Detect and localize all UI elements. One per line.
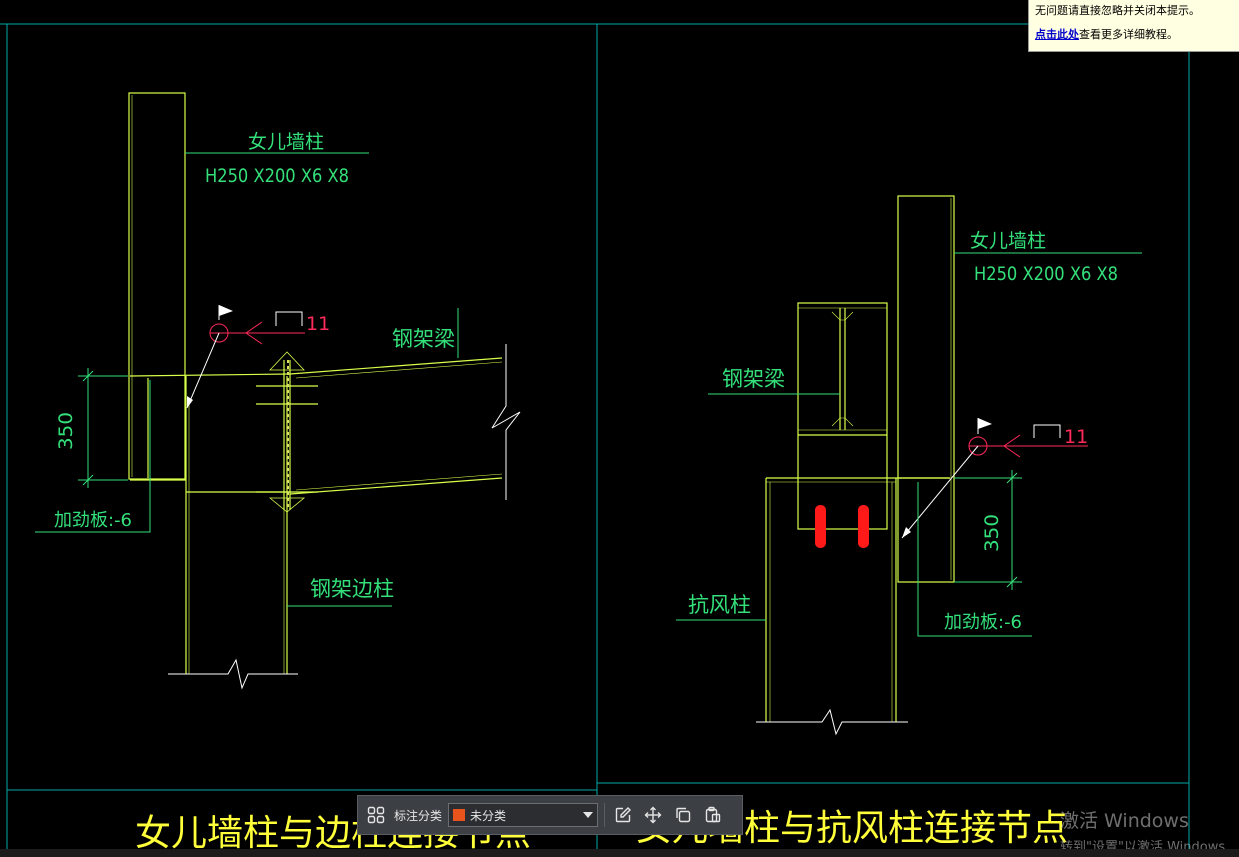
right-beam-section: [797, 302, 888, 530]
chevron-down-icon: [583, 812, 594, 818]
right-stiffener-label: 加劲板:-6: [944, 612, 1022, 633]
copy-icon[interactable]: [671, 803, 695, 827]
tooltip-help-link[interactable]: 点击此处: [1035, 28, 1079, 41]
right-detail: 女儿墙柱 H250 X200 X6 X8 钢架梁 抗风柱 11 350 加劲板:…: [636, 195, 1142, 849]
left-column-spec: H250 X200 X6 X8: [205, 165, 349, 187]
left-edge-column: [168, 376, 298, 690]
right-column-break: [756, 708, 908, 736]
right-wind-column-label: 抗风柱: [688, 593, 751, 617]
tooltip-line2: 点击此处查看更多详细教程。: [1035, 26, 1233, 42]
bottom-edge-bar: [0, 849, 1239, 857]
bolt-right: [858, 505, 869, 548]
annotation-toolbar: 标注分类 未分类: [357, 795, 743, 835]
left-edge-column-label: 钢架边柱: [310, 577, 394, 601]
paste-icon[interactable]: [701, 803, 725, 827]
category-select[interactable]: 未分类: [448, 803, 599, 827]
move-icon[interactable]: [641, 803, 665, 827]
right-parapet-column: [897, 195, 955, 583]
tooltip-line2-text: 查看更多详细教程。: [1079, 28, 1178, 41]
grid-icon[interactable]: [364, 803, 388, 827]
left-beam-break: [491, 344, 521, 500]
category-label: 标注分类: [394, 808, 443, 823]
left-detail: 女儿墙柱 H250 X200 X6 X8 钢架边柱 钢架梁 11 350 加劲板…: [35, 92, 531, 854]
windows-activation-watermark: 激活 Windows 转到"设置"以激活 Windows: [1060, 806, 1225, 855]
tooltip-line1: 无问题请直接忽略并关闭本提示。: [1035, 4, 1200, 17]
left-dimension: [78, 368, 128, 488]
left-stiffener-label: 加劲板:-6: [54, 510, 132, 531]
toolbar-divider: [604, 803, 606, 827]
left-dimension-value: 350: [55, 412, 77, 450]
left-parapet-column: [128, 92, 186, 480]
category-color-swatch: [453, 809, 466, 821]
left-beam-label: 钢架梁: [392, 327, 455, 351]
watermark-line1: 激活 Windows: [1060, 810, 1189, 832]
right-column-label: 女儿墙柱: [970, 230, 1046, 252]
right-column-spec: H250 X200 X6 X8: [974, 263, 1118, 285]
category-select-value: 未分类: [470, 808, 507, 823]
right-weld-number: 11: [1064, 426, 1088, 448]
edit-icon[interactable]: [611, 803, 635, 827]
right-beam-label: 钢架梁: [722, 367, 785, 391]
left-weld-number: 11: [306, 313, 330, 335]
right-dimension-value: 350: [981, 514, 1003, 552]
left-column-label: 女儿墙柱: [248, 131, 324, 153]
help-tooltip: 无问题请直接忽略并关闭本提示。 点击此处查看更多详细教程。: [1028, 0, 1239, 52]
cad-drawing-canvas[interactable]: 女儿墙柱 H250 X200 X6 X8 钢架边柱 钢架梁 11 350 加劲板…: [0, 0, 1239, 857]
bolt-left: [815, 505, 826, 548]
